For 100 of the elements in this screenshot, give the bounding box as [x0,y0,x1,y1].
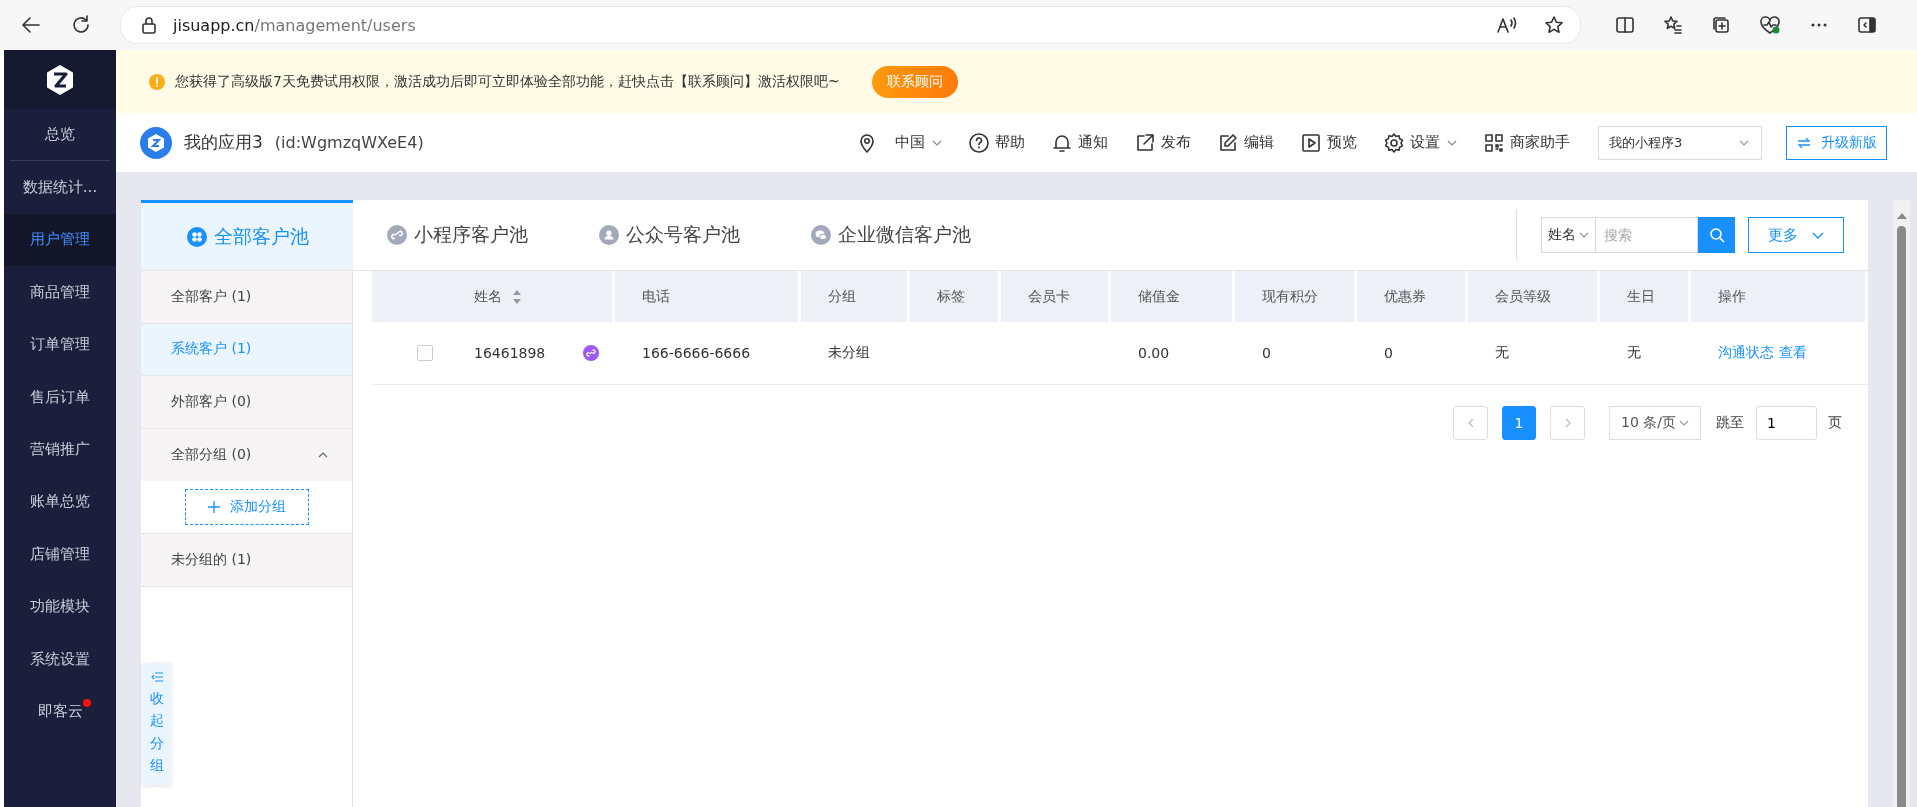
nav-link[interactable]: 设置 [1410,133,1457,152]
sidebar-item[interactable]: 即客云 [4,685,116,738]
column-header: 优惠券 [1357,271,1468,322]
banner-message: 您获得了高级版7天免费试用权限，激活成功后即可立即体验全部功能，赶快点击【联系顾问】激活权限吧~ [175,72,840,91]
sidebar-item[interactable]: 数据统计... [4,161,116,214]
sidebar-item[interactable]: 售后订单 [4,370,116,424]
chevron-down-icon [1812,231,1824,239]
tab[interactable]: 企业微信客户池 [777,200,1008,270]
settings-icon[interactable] [1383,131,1405,154]
url-text: jisuapp.cn/management/users [173,15,416,35]
nav-link[interactable]: 发布 [1161,133,1191,152]
group-folder[interactable]: 全部分组 (0) [141,428,352,481]
reload-icon[interactable] [70,14,92,36]
sidebar-item[interactable]: 营销推广 [4,423,116,476]
back-icon[interactable] [20,14,42,36]
table-cell: 0 [1384,345,1393,361]
read-aloud-icon[interactable] [1496,15,1518,35]
play-icon[interactable] [1300,131,1322,154]
plus-icon [207,501,220,513]
chat-icon [810,224,832,246]
table-cell: 未分组 [828,344,870,362]
group-item[interactable]: 未分组的 (1) [141,534,352,587]
column-header: 操作 [1691,271,1868,322]
split-screen-icon[interactable] [1615,15,1635,35]
collections-icon[interactable] [1711,15,1731,35]
tab[interactable]: 小程序客户池 [353,200,565,270]
chevron-up-icon [318,451,328,458]
nav-link[interactable]: 商家助手 [1510,133,1570,152]
nav-link[interactable]: 通知 [1078,133,1108,152]
app-id: (id:WgmzqWXeE4) [274,133,424,152]
search-field-select[interactable]: 姓名 [1541,217,1596,253]
help-icon[interactable] [968,131,990,154]
link-icon [386,224,408,246]
jump-label: 跳至 [1716,414,1744,432]
chevron-left-icon [1467,418,1474,428]
nav-link[interactable]: 预览 [1327,133,1357,152]
group-item[interactable]: 外部客户 (0) [141,376,352,429]
chevron-down-icon[interactable] [1447,139,1457,146]
scrollbar[interactable] [1893,200,1910,807]
search-field[interactable]: 搜索 [1596,217,1698,253]
chevron-down-icon [1579,232,1589,238]
sidebar-item[interactable]: 商品管理 [4,266,116,319]
table-cell: 0 [1262,345,1271,361]
sidebar-item[interactable]: 订单管理 [4,318,116,371]
table-cell: 0.00 [1138,345,1170,361]
program-select[interactable]: 我的小程序3 [1598,125,1762,160]
address-bar[interactable]: jisuapp.cn/management/users [120,6,1581,44]
nav-link[interactable]: 中国 [895,133,942,152]
sidebar-toggle-icon[interactable] [1857,15,1877,35]
row-checkbox[interactable] [417,345,433,361]
tab[interactable]: 公众号客户池 [565,200,777,270]
nav-link[interactable]: 帮助 [995,133,1025,152]
column-header: 储值金 [1111,271,1235,322]
scroll-thumb[interactable] [1897,226,1906,807]
sidebar-item[interactable]: 功能模块 [4,580,116,633]
page-suffix: 页 [1828,414,1842,432]
list-collapse-icon [150,671,163,683]
sort-icon [512,288,522,305]
search-icon [1708,227,1725,243]
nav-link[interactable]: 编辑 [1244,133,1274,152]
qr-code-icon[interactable] [1483,131,1505,154]
star-icon[interactable] [1544,15,1564,35]
sidebar-item[interactable]: 店铺管理 [4,528,116,581]
table-cell: 无 [1627,344,1641,362]
app-logo-icon [140,126,172,159]
group-item[interactable]: 全部客户 (1) [141,271,352,324]
table-cell: 16461898 [474,345,546,361]
column-header: 电话 [615,271,801,322]
flower-icon [185,225,208,248]
search-button[interactable] [1698,217,1735,253]
chevron-down-icon [1679,420,1689,426]
warning-icon [149,73,165,90]
column-header: 会员等级 [1468,271,1600,322]
column-header[interactable]: 姓名 [372,271,615,322]
sidebar-item[interactable]: 账单总览 [4,475,116,529]
share-icon[interactable] [1134,131,1156,154]
sidebar-item[interactable]: 系统设置 [4,632,116,686]
sidebar-item[interactable]: 用户管理 [4,213,116,267]
sidebar-item[interactable]: 总览 [10,109,110,162]
chevron-right-icon [1564,418,1571,428]
column-header: 生日 [1600,271,1691,322]
edit-icon[interactable] [1217,131,1239,154]
favorites-icon[interactable] [1663,15,1683,35]
swap-icon [1796,136,1811,149]
chevron-down-icon[interactable] [932,139,942,146]
heart-pulse-icon[interactable] [1759,15,1781,35]
app-name: 我的应用3 [184,131,263,154]
person-icon [598,224,620,246]
column-header: 会员卡 [1001,271,1111,322]
page-size-select[interactable]: 10 条/页 [1609,406,1701,440]
column-header: 分组 [801,271,910,322]
table-cell: 166-6666-6666 [642,345,751,361]
column-header: 标签 [910,271,1001,322]
lock-icon [141,16,157,34]
chevron-down-icon [1739,139,1749,146]
link-icon [583,345,600,361]
scroll-up-icon [1895,212,1908,220]
table-cell: 无 [1495,344,1509,362]
page-jump-field[interactable]: 1 [1756,406,1817,440]
column-header: 现有积分 [1235,271,1357,322]
